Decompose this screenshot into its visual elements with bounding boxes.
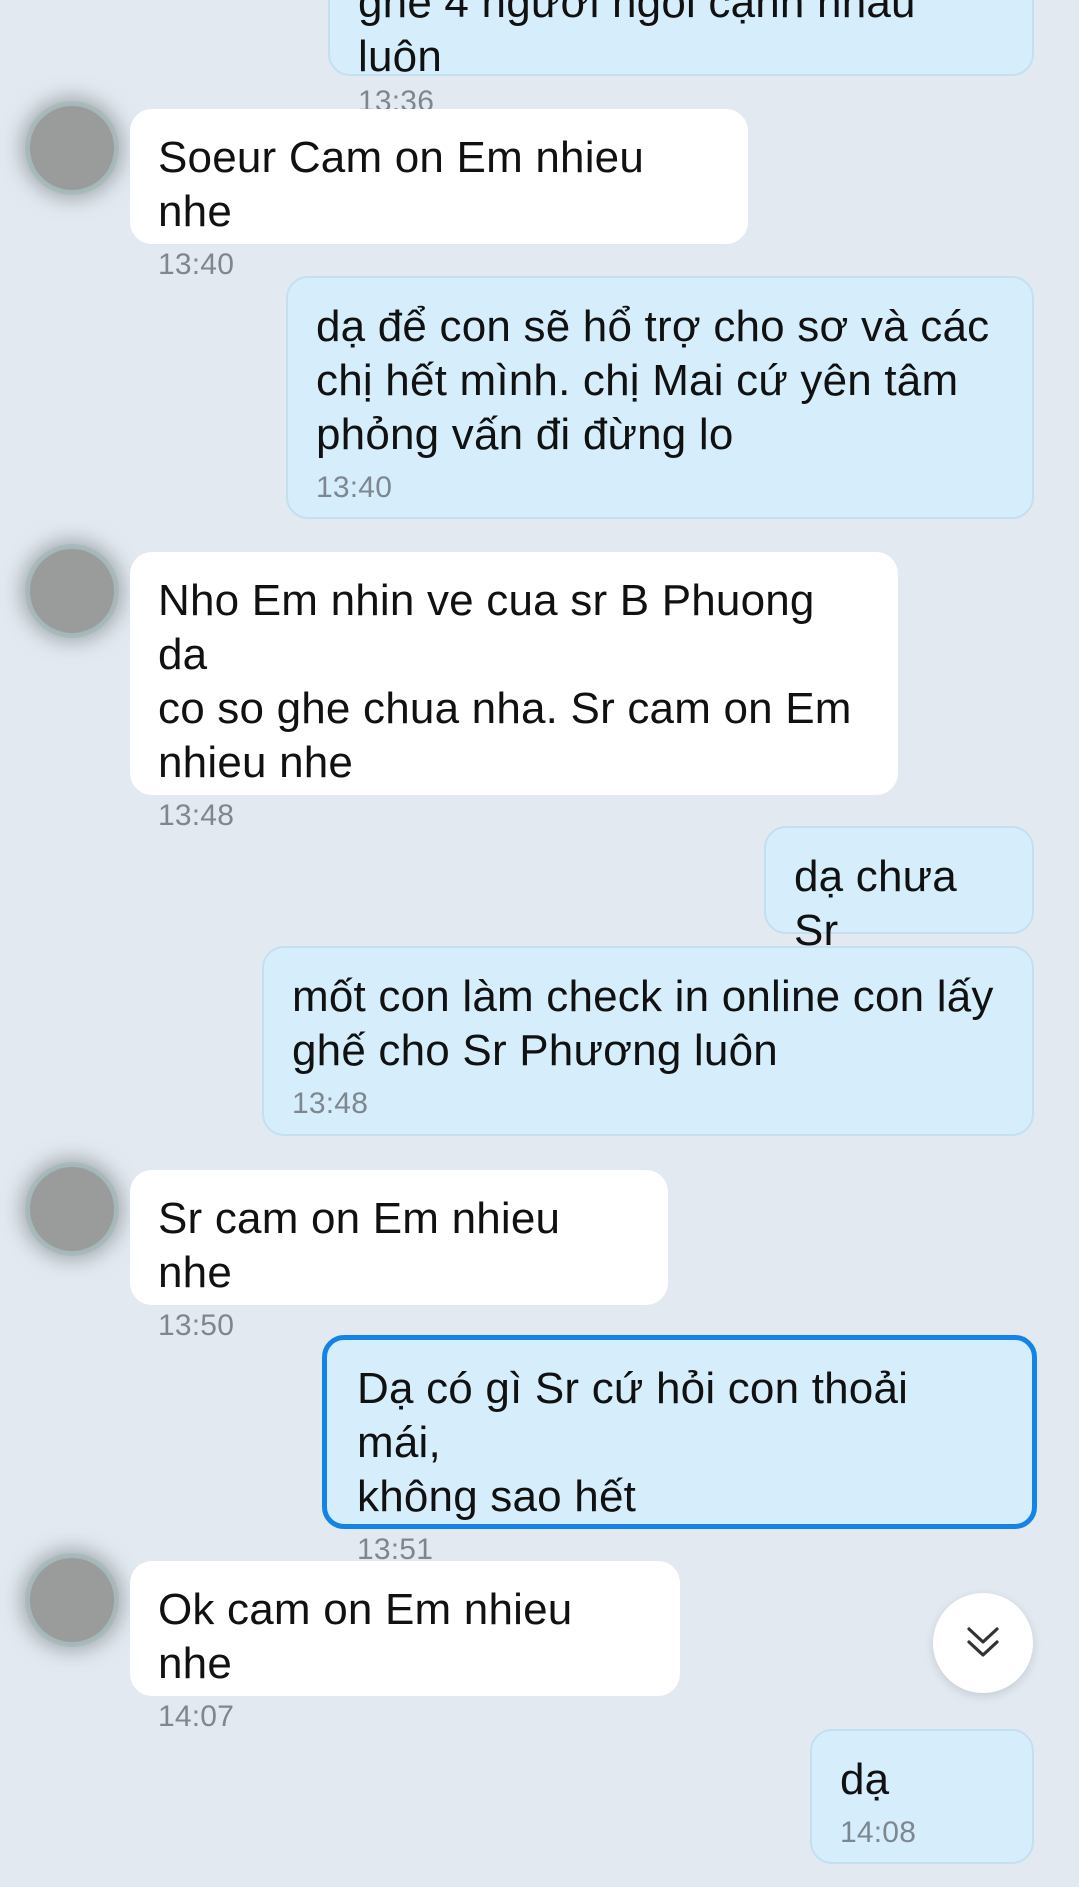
double-chevron-down-icon [961, 1621, 1005, 1665]
contact-avatar[interactable] [30, 106, 114, 190]
scroll-to-bottom-button[interactable] [933, 1593, 1033, 1693]
chat-message-list[interactable]: ghế 4 người ngồi cạnh nhau luôn 13:36 So… [0, 0, 1079, 1887]
message-text: Sr cam on Em nhieu nhe [158, 1194, 561, 1297]
message-bubble-outgoing[interactable]: mốt con làm check in online con lấy ghế … [262, 946, 1034, 1136]
message-bubble-outgoing[interactable]: dạ chưa Sr [764, 826, 1034, 955]
message-text: mốt con làm check in online con lấy ghế … [292, 972, 994, 1075]
message-text: dạ [840, 1755, 890, 1804]
message-bubble-incoming[interactable]: Soeur Cam on Em nhieu nhe 13:40 [130, 109, 748, 281]
message-timestamp: 13:48 [158, 799, 235, 832]
contact-avatar[interactable] [30, 549, 114, 633]
message-timestamp: 14:08 [840, 1816, 917, 1849]
message-text: Dạ có gì Sr cứ hỏi con thoải mái, không … [357, 1364, 909, 1521]
message-text: dạ chưa Sr [794, 852, 957, 955]
message-text: dạ để con sẽ hổ trợ cho sơ và các chị hế… [316, 302, 990, 459]
contact-avatar[interactable] [30, 1558, 114, 1642]
message-bubble-outgoing[interactable]: ghế 4 người ngồi cạnh nhau luôn 13:36 [328, 0, 1034, 118]
message-bubble-outgoing[interactable]: dạ 14:08 [810, 1729, 1034, 1864]
message-text: Nho Em nhin ve cua sr B Phuong da co so … [158, 576, 852, 787]
message-bubble-incoming[interactable]: Nho Em nhin ve cua sr B Phuong da co so … [130, 552, 898, 832]
message-timestamp: 14:07 [158, 1700, 235, 1733]
message-text: Ok cam on Em nhieu nhe [158, 1585, 573, 1688]
message-bubble-outgoing[interactable]: dạ để con sẽ hổ trợ cho sơ và các chị hế… [286, 276, 1034, 519]
message-timestamp: 13:48 [292, 1087, 369, 1120]
message-bubble-incoming[interactable]: Ok cam on Em nhieu nhe 14:07 [130, 1561, 680, 1733]
message-timestamp: 13:40 [316, 471, 393, 504]
message-bubble-outgoing-selected[interactable]: Dạ có gì Sr cứ hỏi con thoải mái, không … [322, 1335, 1037, 1566]
message-bubble-incoming[interactable]: Sr cam on Em nhieu nhe 13:50 [130, 1170, 668, 1342]
message-text: Soeur Cam on Em nhieu nhe [158, 133, 645, 236]
contact-avatar[interactable] [30, 1167, 114, 1251]
message-text: ghế 4 người ngồi cạnh nhau luôn [358, 0, 916, 81]
